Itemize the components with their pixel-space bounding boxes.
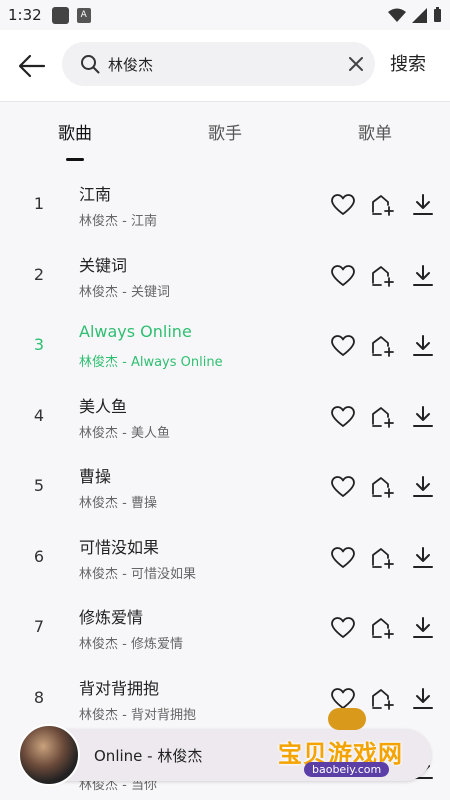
song-subtitle: 林俊杰 - Always Online [79,355,223,370]
song-title: 江南 [79,185,112,204]
status-bar: 1:32 A [0,0,450,30]
now-playing-text: Online - 林俊杰 [94,746,203,765]
search-header: 林俊杰 搜索 [0,30,450,102]
heart-icon[interactable] [330,404,356,430]
song-index: 8 [33,687,45,707]
download-icon[interactable] [410,404,436,430]
add-to-playlist-icon[interactable] [370,404,396,430]
song-title: 美人鱼 [79,396,128,416]
cell-signal-icon [412,7,427,23]
song-title: 曹操 [79,467,112,486]
song-row[interactable]: 5 曹操林俊杰 - 曹操 [0,452,450,522]
app-notification-icon: A [76,7,91,23]
notification-icon [51,6,69,24]
heart-icon[interactable] [330,474,356,500]
song-title: 修炼爱情 [79,608,144,627]
download-icon[interactable] [410,263,436,289]
song-subtitle: 林俊杰 - 修炼爱情 [79,637,183,652]
song-row[interactable]: 3 Always Online 林俊杰 - Always Online [0,311,450,381]
watermark-url: baobeiy.com [304,762,390,777]
arrow-left-icon [18,54,46,77]
song-title: 可惜没如果 [79,537,160,557]
song-row[interactable]: 2 关键词林俊杰 - 关键词 [0,241,450,311]
status-time: 1:32 [8,6,42,24]
tab-indicator [66,158,84,161]
search-icon [81,55,100,74]
download-icon[interactable] [410,615,436,641]
song-subtitle: 林俊杰 - 可惜没如果 [79,566,196,582]
battery-icon [434,7,441,22]
search-query: 林俊杰 [108,55,154,74]
add-to-playlist-icon[interactable] [370,192,396,218]
heart-icon[interactable] [330,333,356,359]
song-title: 背对背拥抱 [79,678,160,698]
tab-songs[interactable]: 歌曲 [58,119,92,144]
heart-icon[interactable] [330,615,356,641]
result-tabs: 歌曲 歌手 歌单 [0,103,450,165]
download-icon[interactable] [410,333,436,359]
song-title: Always Online [79,322,192,341]
song-row[interactable]: 1 江南林俊杰 - 江南 [0,170,450,240]
album-cover[interactable] [18,724,80,786]
gamepad-icon [328,708,366,730]
song-actions [330,333,436,359]
watermark: 宝贝游戏网 baobeiy.com [278,708,428,786]
song-index: 7 [33,617,45,636]
heart-icon[interactable] [330,263,356,289]
download-icon[interactable] [410,192,436,218]
song-subtitle: 林俊杰 - 曹操 [79,496,157,511]
song-actions [330,192,436,218]
song-subtitle: 林俊杰 - 江南 [79,214,157,229]
tab-playlists[interactable]: 歌单 [358,119,392,144]
song-actions [330,474,436,500]
song-subtitle: 林俊杰 - 背对背拥抱 [79,707,196,723]
add-to-playlist-icon[interactable] [370,474,396,500]
download-icon[interactable] [410,474,436,500]
heart-icon[interactable] [330,545,356,571]
clear-icon[interactable] [349,57,363,71]
song-subtitle: 林俊杰 - 关键词 [79,284,170,300]
song-index: 2 [33,264,45,284]
search-input[interactable]: 林俊杰 [62,42,375,86]
song-index: 1 [33,194,45,213]
back-button[interactable] [2,36,62,96]
song-row[interactable]: 6 可惜没如果林俊杰 - 可惜没如果 [0,523,450,593]
song-index: 4 [33,405,45,425]
add-to-playlist-icon[interactable] [370,615,396,641]
song-subtitle: 林俊杰 - 美人鱼 [79,425,170,441]
wifi-icon [388,8,406,22]
add-to-playlist-icon[interactable] [370,545,396,571]
heart-icon[interactable] [330,192,356,218]
song-index: 6 [33,546,45,566]
song-index: 3 [33,335,45,354]
song-title: 关键词 [79,255,128,275]
song-actions [330,404,436,430]
song-index: 5 [33,476,45,495]
song-row[interactable]: 4 美人鱼林俊杰 - 美人鱼 [0,382,450,452]
tab-artists[interactable]: 歌手 [208,119,242,144]
song-actions [330,615,436,641]
add-to-playlist-icon[interactable] [370,333,396,359]
song-actions [330,545,436,571]
song-row[interactable]: 7 修炼爱情林俊杰 - 修炼爱情 [0,593,450,663]
search-button[interactable]: 搜索 [390,50,426,76]
download-icon[interactable] [410,545,436,571]
add-to-playlist-icon[interactable] [370,263,396,289]
song-actions [330,263,436,289]
